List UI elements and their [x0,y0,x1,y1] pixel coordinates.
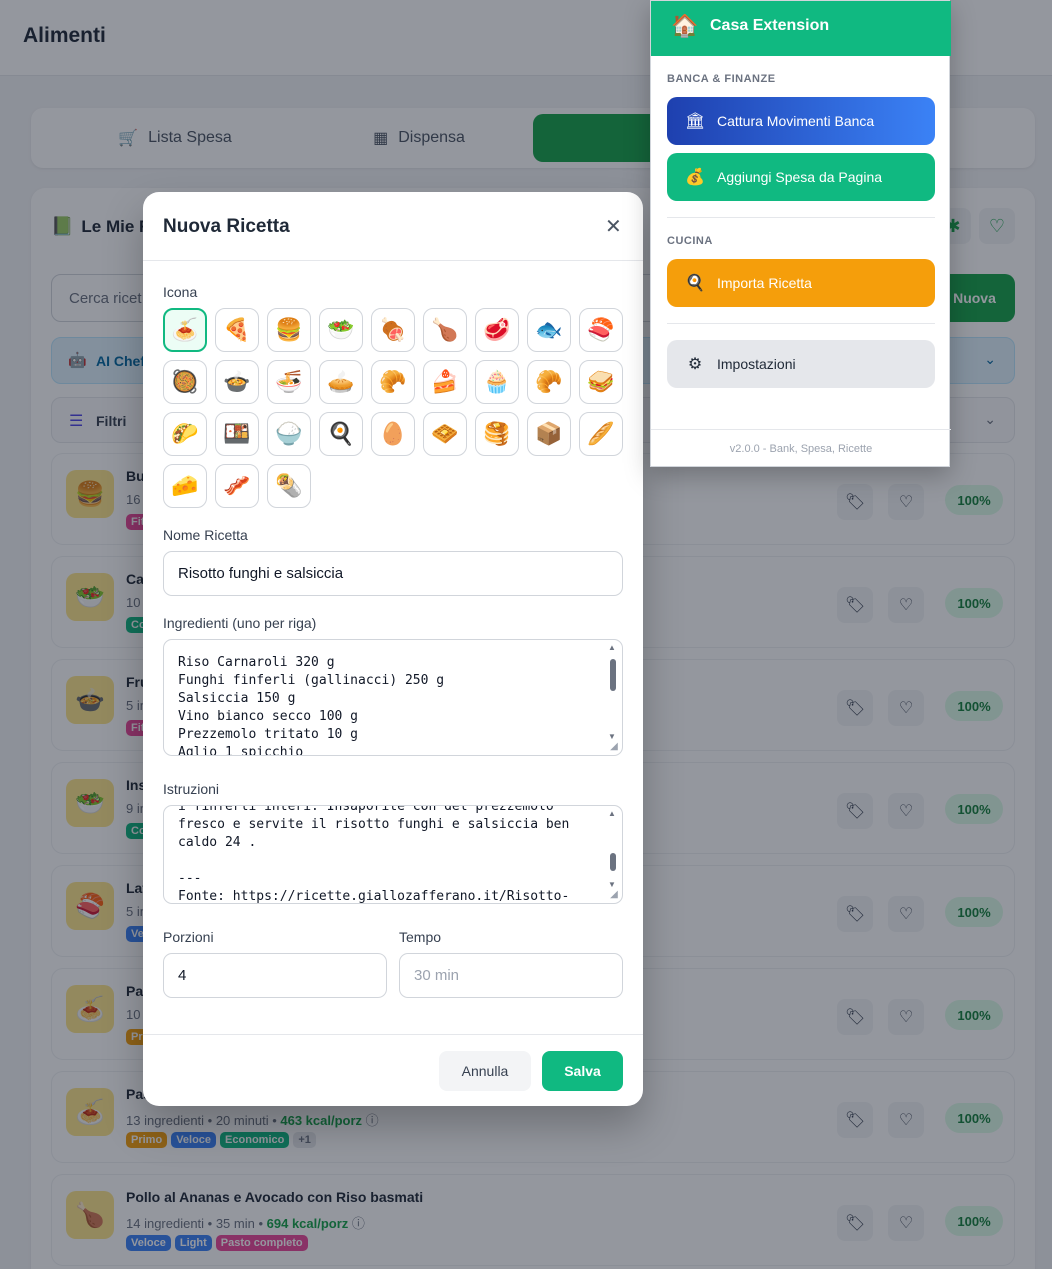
scroll-thumb[interactable] [610,659,616,691]
icon-option[interactable]: 🥖 [579,412,623,456]
portions-label: Porzioni [163,929,214,945]
icon-option[interactable]: 🥓 [215,464,259,508]
icon-option[interactable]: 🍣 [579,308,623,352]
icon-label: Icona [163,284,198,300]
resize-handle-icon[interactable]: ◢ [608,889,620,901]
money-bag-icon: 💰 [685,169,705,186]
gear-icon: ⚙ [687,356,703,373]
resize-handle-icon[interactable]: ◢ [608,741,620,753]
scroll-up-icon[interactable]: ▲ [608,809,616,818]
icon-option[interactable]: 🧇 [423,412,467,456]
icon-option[interactable]: 🥚 [371,412,415,456]
icon-option[interactable]: 🥞 [475,412,519,456]
extension-popup: 🏠 Casa Extension BANCA & FINANZE 🏛 Cattu… [650,0,951,468]
name-label: Nome Ricetta [163,527,248,543]
settings-button[interactable]: ⚙ Impostazioni [667,340,935,388]
icon-option[interactable]: 🍖 [371,308,415,352]
section-bank-label: BANCA & FINANZE [667,73,776,85]
bank-icon: 🏛 [685,113,706,130]
close-icon[interactable]: ✕ [605,214,622,239]
icon-option[interactable]: 🌮 [163,412,207,456]
instructions-text: i finferli interi. Insaporite con del pr… [178,805,570,904]
icon-option[interactable]: 🍜 [267,360,311,404]
icon-option[interactable]: 🍳 [319,412,363,456]
button-label: Aggiungi Spesa da Pagina [717,169,883,185]
extension-header: 🏠 Casa Extension [651,1,951,56]
icon-option[interactable]: 🍱 [215,412,259,456]
divider [667,323,935,324]
extension-title: Casa Extension [710,17,830,34]
house-icon: 🏠 [671,13,699,38]
time-label: Tempo [399,929,442,945]
icon-option[interactable]: 🍰 [423,360,467,404]
section-kitchen-label: CUCINA [667,235,713,247]
extension-version: v2.0.0 - Bank, Spesa, Ricette [651,429,951,468]
icon-option[interactable]: 🥐 [527,360,571,404]
icon-option[interactable]: 🍗 [423,308,467,352]
frying-pan-icon: 🍳 [685,275,705,292]
icon-option[interactable]: 🥩 [475,308,519,352]
icon-option[interactable]: 📦 [527,412,571,456]
icon-option[interactable]: 🍕 [215,308,259,352]
recipe-name-input[interactable]: Risotto funghi e salsiccia [163,551,623,596]
ingredients-text: Riso Carnaroli 320 g Funghi finferli (ga… [178,655,445,756]
scroll-down-icon[interactable]: ▼ [608,732,616,741]
button-label: Cattura Movimenti Banca [717,113,875,129]
import-recipe-button[interactable]: 🍳 Importa Ricetta [667,259,935,307]
time-input[interactable]: 30 min [399,953,623,998]
modal-title: Nuova Ricetta [163,216,290,237]
icon-option[interactable]: 🌯 [267,464,311,508]
icon-option[interactable]: 🍲 [215,360,259,404]
icon-option[interactable]: 🍚 [267,412,311,456]
icon-option[interactable]: 🧀 [163,464,207,508]
icon-option[interactable]: 🥪 [579,360,623,404]
scroll-thumb[interactable] [610,853,616,871]
divider [667,217,935,218]
cancel-button[interactable]: Annulla [439,1051,531,1091]
scrollbar[interactable]: ▲ ▼ [607,809,619,889]
icon-option[interactable]: 🥗 [319,308,363,352]
capture-bank-button[interactable]: 🏛 Cattura Movimenti Banca [667,97,935,145]
new-recipe-modal: Nuova Ricetta ✕ Icona 🍝 🍕 🍔 🥗 🍖 🍗 🥩 🐟 🍣 🥘 🍲 🍜 🥧 🥐 🍰 🧁 🥐 🥪… [143,192,643,1106]
ingredients-textarea[interactable]: Riso Carnaroli 320 g Funghi finferli (ga… [163,639,623,756]
ingredients-label: Ingredienti (uno per riga) [163,615,317,631]
portions-input[interactable]: 4 [163,953,387,998]
button-label: Impostazioni [717,356,796,372]
add-expense-button[interactable]: 💰 Aggiungi Spesa da Pagina [667,153,935,201]
divider [143,1034,643,1035]
divider [143,260,643,261]
save-button[interactable]: Salva [542,1051,623,1091]
icon-option[interactable]: 🥧 [319,360,363,404]
icon-option[interactable]: 🥐 [371,360,415,404]
instructions-label: Istruzioni [163,781,220,797]
icon-option[interactable]: 🍔 [267,308,311,352]
icon-option[interactable]: 🍝 [163,308,207,352]
icon-option[interactable]: 🧁 [475,360,519,404]
icon-option[interactable]: 🥘 [163,360,207,404]
instructions-textarea[interactable]: i finferli interi. Insaporite con del pr… [163,805,623,904]
scroll-down-icon[interactable]: ▼ [608,880,616,889]
button-label: Importa Ricetta [717,275,812,291]
scroll-up-icon[interactable]: ▲ [608,643,616,652]
scrollbar[interactable]: ▲ ▼ [607,643,619,741]
icon-option[interactable]: 🐟 [527,308,571,352]
